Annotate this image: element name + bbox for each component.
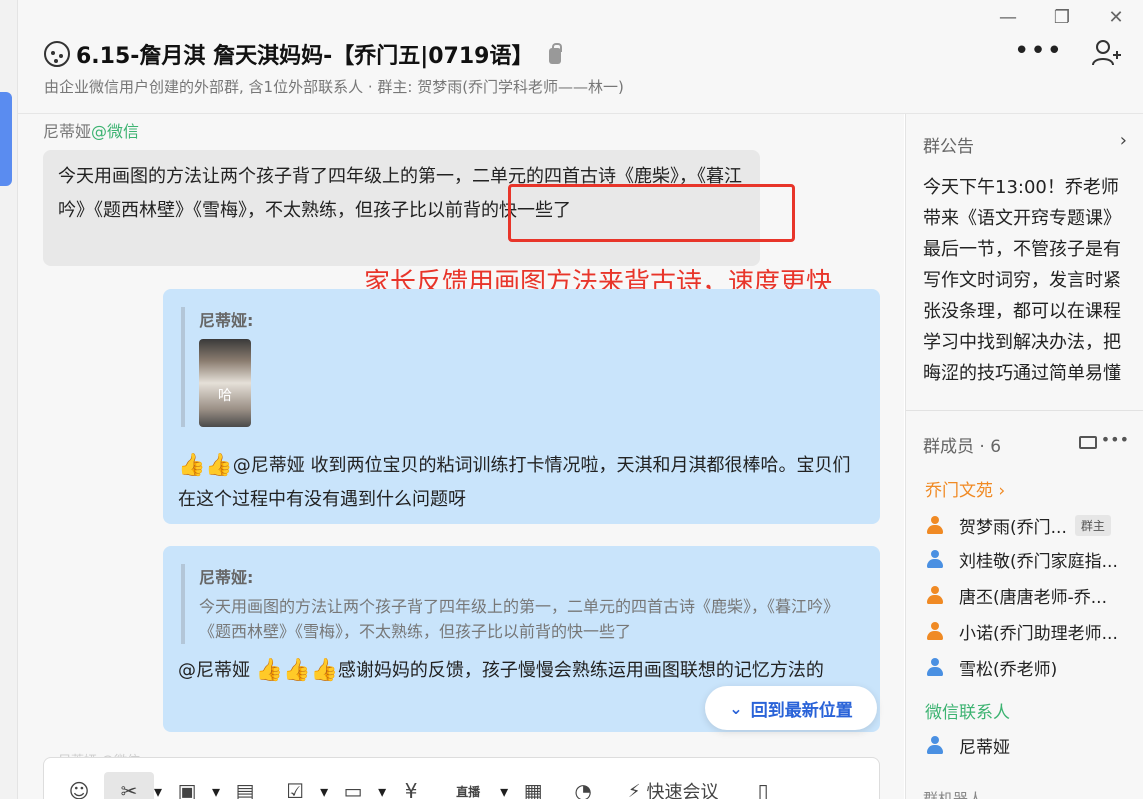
reply-2-body: 感谢妈妈的反馈，孩子慢慢会熟练运用画图联想的记忆方法的 [337,660,824,681]
task-icon[interactable]: ☑ [270,772,320,799]
mention[interactable]: @尼蒂娅 [178,660,250,681]
member-name: 尼蒂娅 [959,737,1010,758]
left-nav-strip [0,0,18,799]
member-name: 雪松(乔老师) [959,659,1058,680]
person-icon [925,735,945,755]
window-controls: — ❐ ✕ [981,0,1143,34]
add-member-icon[interactable] [1091,38,1121,68]
close-button[interactable]: ✕ [1089,0,1143,34]
chat-bubble-icon[interactable]: ◔ [558,772,608,799]
person-icon [925,621,945,641]
member-item[interactable]: 唐丕(唐唐老师-乔... [925,580,1131,610]
lock-icon [549,43,563,64]
quote-text: 今天用画图的方法让两个孩子背了四年级上的第一，二单元的四首古诗《鹿柴》，《暮江吟… [199,597,840,641]
side-panel-icon[interactable]: ▯ [738,772,788,799]
dropdown-arrow-icon[interactable]: ▾ [320,782,328,799]
sender-source: @微信 [91,122,140,141]
reply-2-text: @尼蒂娅 👍👍👍感谢妈妈的反馈，孩子慢慢会熟练运用画图联想的记忆方法的 [178,654,868,688]
minimize-button[interactable]: — [981,0,1035,34]
member-item[interactable]: 小诺(乔门助理老师... [925,616,1131,646]
person-icon [925,549,945,569]
quoted-message[interactable]: 尼蒂娅: 今天用画图的方法让两个孩子背了四年级上的第一，二单元的四首古诗《鹿柴》… [181,564,851,644]
more-options-button[interactable]: ••• [1014,36,1063,66]
quoted-image[interactable]: 哈 [199,339,251,427]
group-label-qiaomen[interactable]: 乔门文苑 › [925,476,1005,501]
members-title: 群成员 · 6 [923,437,1002,457]
double-chevron-down-icon: ⌄ [729,698,743,718]
members-more-icon[interactable]: ••• [1101,430,1129,449]
title-row: 6.15-詹月淇 詹天淇妈妈-【乔门五|0719语】 [44,38,563,70]
notice-title[interactable]: 群公告 [923,132,974,157]
chevron-right-icon[interactable]: › [1120,130,1127,151]
back-to-latest-button[interactable]: ⌄ 回到最新位置 [705,686,877,730]
quick-meeting-label: 快速会议 [646,782,719,799]
restore-button[interactable]: ❐ [1035,0,1089,34]
member-name: 唐丕(唐唐老师-乔... [959,587,1107,608]
chat-header: 6.15-詹月淇 詹天淇妈妈-【乔门五|0719语】 由企业微信用户创建的外部群… [18,0,1143,114]
reply-1-body: @尼蒂娅 收到两位宝贝的粘词训练打卡情况啦，天淇和月淇都很棒哈。宝贝们在这个过程… [178,455,851,510]
dropdown-arrow-icon[interactable]: ▾ [154,782,162,799]
dropdown-arrow-icon[interactable]: ▾ [500,782,508,799]
image-caption: 哈 [218,388,232,404]
member-item[interactable]: 尼蒂娅 [925,730,1131,760]
person-icon [925,585,945,605]
divider [906,410,1143,411]
quoted-message[interactable]: 尼蒂娅: 哈 [181,307,253,427]
payment-icon[interactable]: ¥ [386,772,436,799]
message-sender: 尼蒂娅@微信 [43,118,139,142]
person-icon [925,515,945,535]
member-item[interactable]: 贺梦雨(乔门... 群主 [925,510,1131,540]
input-toolbar: ☺ ✂ ▾ ▣ ▾ ▤ ☑ ▾ ▭ ▾ ¥ 直播 ▾ ▦ ◔ ⚡ 快速会议 ▯ [43,757,880,799]
reply-bubble-1[interactable]: 尼蒂娅: 哈 👍👍@尼蒂娅 收到两位宝贝的粘词训练打卡情况啦，天淇和月淇都很棒哈… [163,289,880,524]
dropdown-arrow-icon[interactable]: ▾ [378,782,386,799]
apps-icon[interactable]: ▦ [508,772,558,799]
reply-1-text: 👍👍@尼蒂娅 收到两位宝贝的粘词训练打卡情况啦，天淇和月淇都很棒哈。宝贝们在这个… [178,449,868,517]
document-icon[interactable]: ▤ [220,772,270,799]
group-robot-label[interactable]: 群机器人 [923,788,983,799]
back-to-latest-label: 回到最新位置 [750,700,853,721]
chat-title: 6.15-詹月淇 詹天淇妈妈-【乔门五|0719语】 [76,44,534,69]
sender-name: 尼蒂娅 [43,122,92,141]
dropdown-arrow-icon[interactable]: ▾ [212,782,220,799]
screenshot-icon[interactable]: ✂ [104,772,154,799]
group-info-panel: 群公告 › 今天下午13:00！乔老师带来《语文开窍专题课》最后一节，不管孩子是… [905,114,1143,799]
member-item[interactable]: 雪松(乔老师) [925,652,1131,682]
folder-icon[interactable]: ▭ [328,772,378,799]
notice-body: 今天下午13:00！乔老师带来《语文开窍专题课》最后一节，不管孩子是有写作文时词… [923,177,1121,384]
thumbs-up-emoji: 👍👍 [178,453,233,478]
image-icon[interactable]: ▣ [162,772,212,799]
group-label-wechat: 微信联系人 [925,703,1010,723]
emoji-icon[interactable]: ☺ [54,772,104,799]
lightning-icon: ⚡ [627,780,641,799]
member-name: 小诺(乔门助理老师... [959,623,1118,644]
member-item[interactable]: 刘桂敬(乔门家庭指... [925,544,1131,574]
quote-name: 尼蒂娅: [199,311,254,330]
chat-subtitle: 由企业微信用户创建的外部群, 含1位外部联系人 · 群主: 贺梦雨(乔门学科老师… [44,78,624,96]
highlight-box [508,184,795,242]
member-name: 刘桂敬(乔门家庭指... [959,551,1118,572]
group-chat-icon [44,41,70,67]
toolbar-icons: ☺ ✂ ▾ ▣ ▾ ▤ ☑ ▾ ▭ ▾ ¥ 直播 ▾ ▦ ◔ ⚡ 快速会议 ▯ [54,772,788,799]
quote-name: 尼蒂娅: [199,568,254,587]
quick-meeting-button[interactable]: ⚡ 快速会议 [608,772,738,799]
thumbs-up-emoji: 👍👍👍 [255,658,338,683]
chat-area: 尼蒂娅@微信 今天用画图的方法让两个孩子背了四年级上的第一，二单元的四首古诗《鹿… [18,114,904,799]
active-nav-indicator[interactable] [0,92,12,186]
owner-badge: 群主 [1074,514,1111,536]
member-name: 贺梦雨(乔门... [959,517,1067,538]
live-icon[interactable]: 直播 [436,772,500,799]
mail-icon[interactable] [1079,436,1097,449]
person-icon [925,657,945,677]
